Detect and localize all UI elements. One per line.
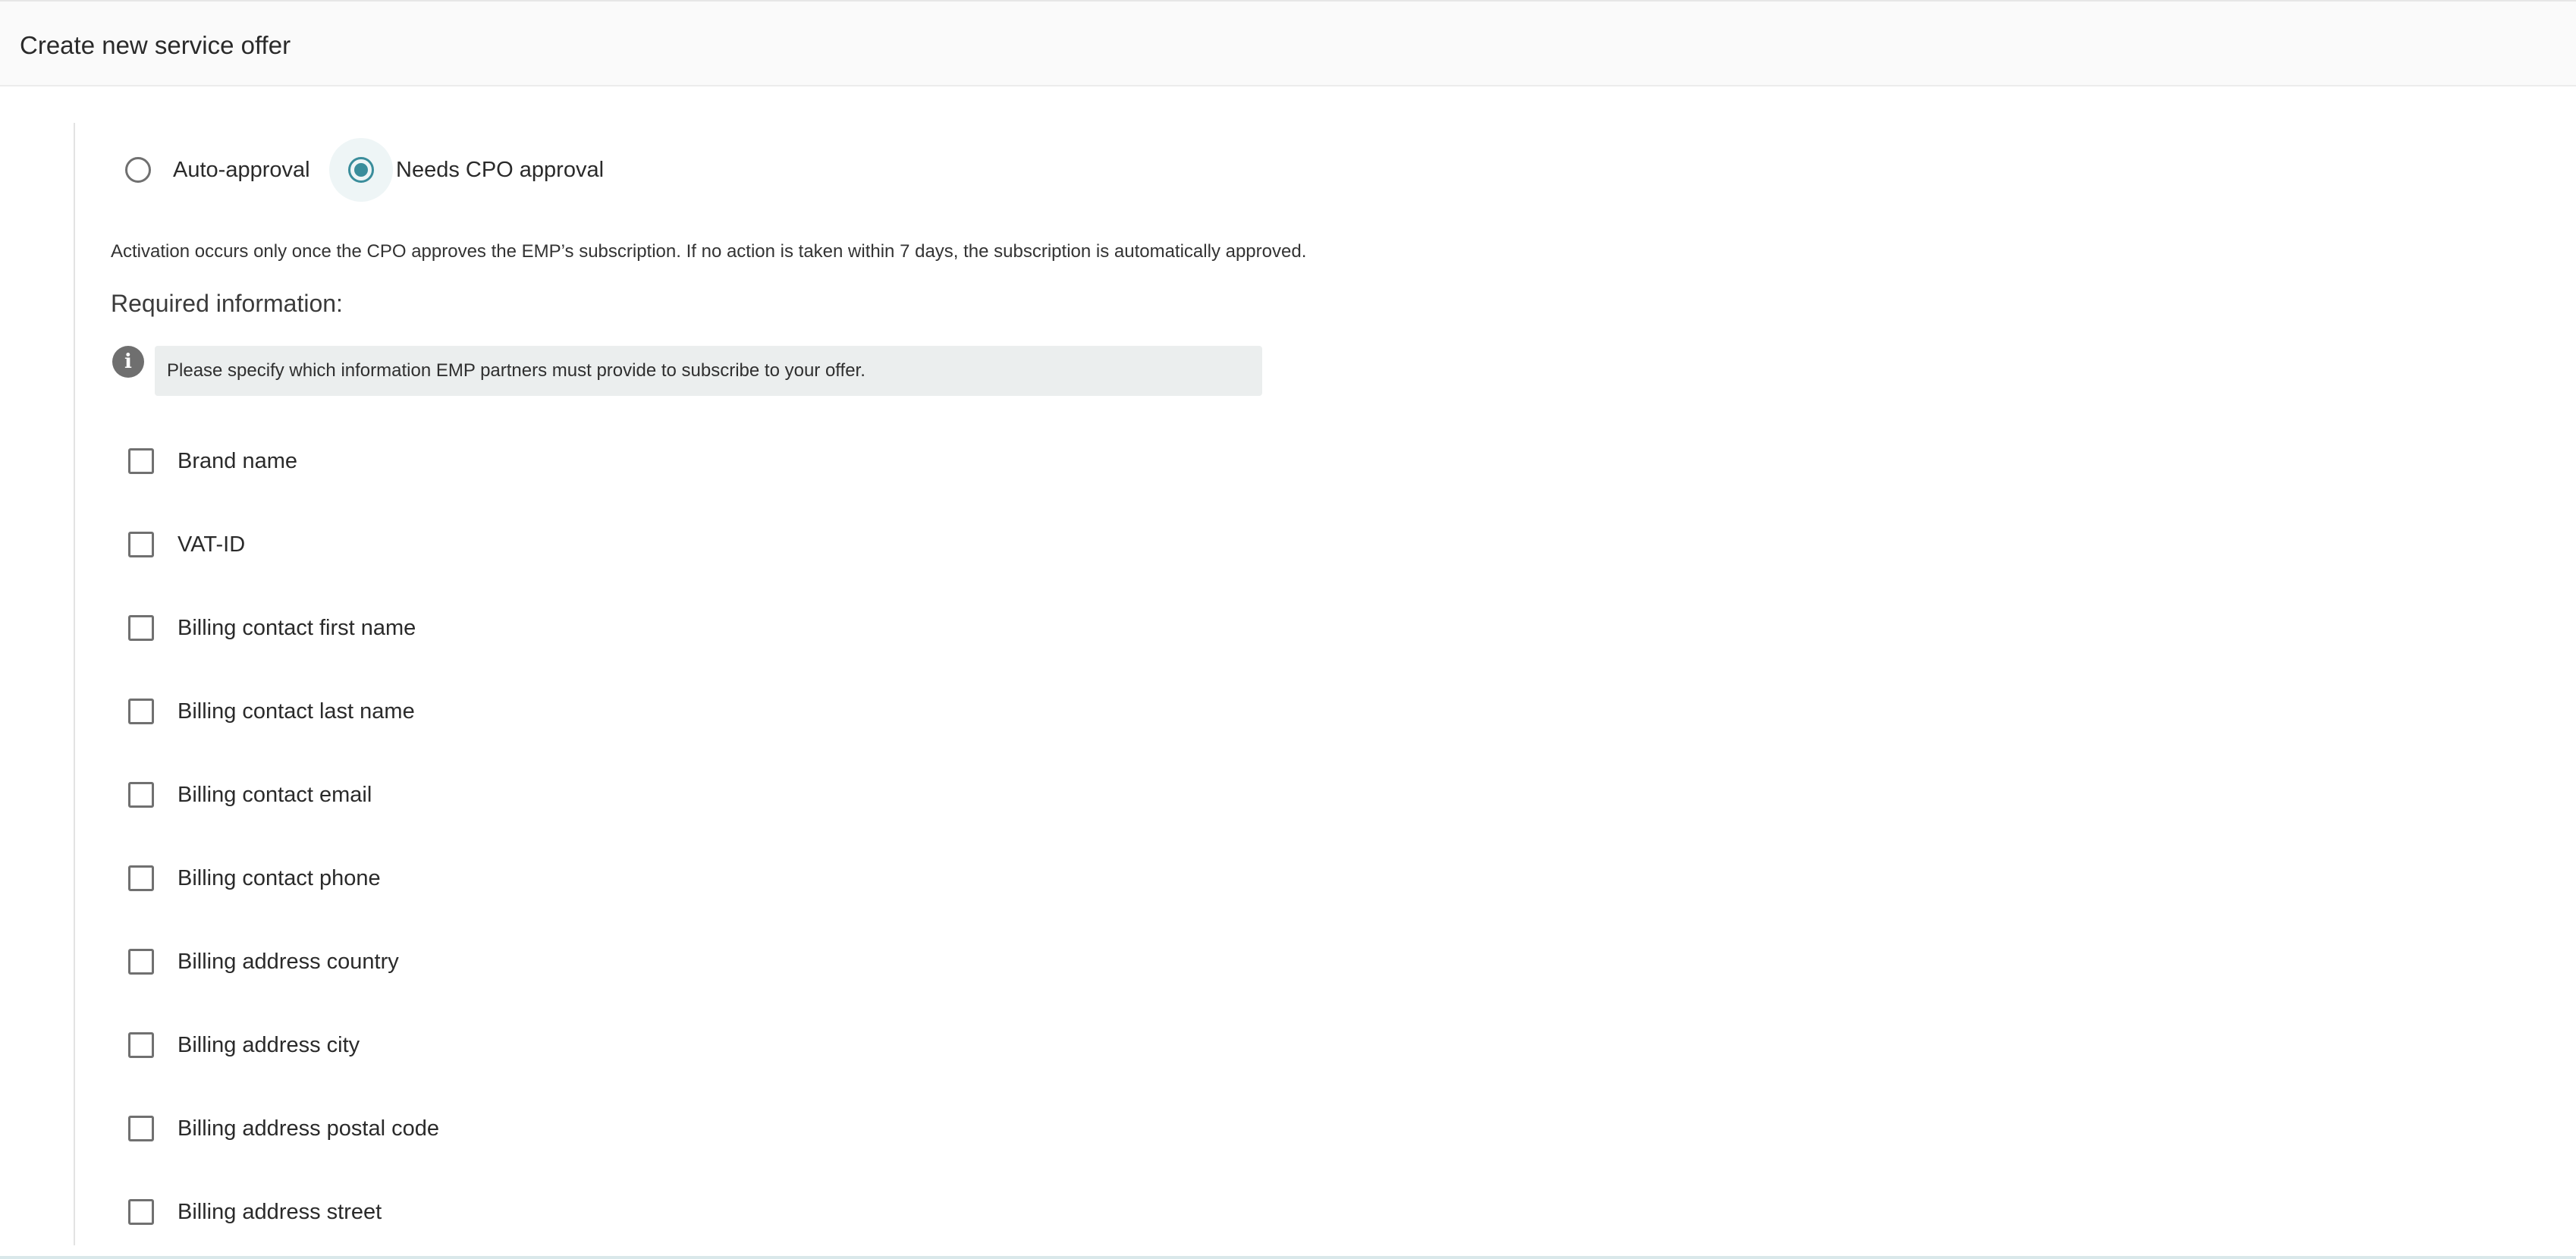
checkbox-unchecked-icon: [128, 949, 154, 975]
checkbox-unchecked-icon: [128, 1116, 154, 1141]
info-icon: i: [112, 346, 144, 378]
checkbox-billing-address-city[interactable]: Billing address city: [106, 1013, 360, 1077]
checkbox-unchecked-icon: [128, 448, 154, 474]
checkbox-control[interactable]: [106, 1180, 176, 1244]
checkbox-label: Billing address street: [177, 1200, 382, 1224]
needs-cpo-approval-radio[interactable]: Needs CPO approval: [329, 138, 604, 202]
checkbox-unchecked-icon: [128, 615, 154, 641]
checkbox-control[interactable]: [106, 1013, 176, 1077]
checkbox-billing-contact-phone[interactable]: Billing contact phone: [106, 846, 381, 910]
checkbox-label: Billing contact email: [177, 783, 372, 807]
checkbox-label: Billing contact phone: [177, 866, 381, 890]
checkbox-label: VAT-ID: [177, 532, 246, 557]
checkbox-label: Billing contact first name: [177, 616, 416, 640]
auto-approval-radio-control[interactable]: [106, 138, 170, 202]
service-offer-page: Create new service offer Auto-approval N…: [0, 0, 2576, 1259]
radio-selected-dot: [354, 163, 368, 177]
checkbox-label: Brand name: [177, 449, 297, 473]
checkbox-control[interactable]: [106, 846, 176, 910]
checkbox-vat-id[interactable]: VAT-ID: [106, 513, 245, 576]
page-header: Create new service offer: [0, 0, 2576, 86]
checkbox-billing-contact-email[interactable]: Billing contact email: [106, 763, 372, 827]
checkbox-billing-contact-last-name[interactable]: Billing contact last name: [106, 680, 415, 743]
checkbox-control[interactable]: [106, 930, 176, 994]
page-title: Create new service offer: [20, 31, 291, 59]
checkbox-control[interactable]: [106, 1097, 176, 1160]
checkbox-billing-address-street[interactable]: Billing address street: [106, 1180, 382, 1244]
checkbox-unchecked-icon: [128, 699, 154, 724]
checkbox-label: Billing address city: [177, 1033, 360, 1057]
checkbox-billing-address-postal-code[interactable]: Billing address postal code: [106, 1097, 439, 1160]
radio-unchecked-icon: [125, 157, 151, 183]
checkbox-control[interactable]: [106, 596, 176, 660]
required-information-heading: Required information:: [111, 290, 343, 317]
auto-approval-label: Auto-approval: [173, 158, 310, 182]
info-message-box: Please specify which information EMP par…: [155, 346, 1262, 396]
radio-checked-icon: [348, 157, 374, 183]
checkbox-unchecked-icon: [128, 1032, 154, 1058]
needs-cpo-approval-label: Needs CPO approval: [396, 158, 605, 182]
checkbox-unchecked-icon: [128, 532, 154, 557]
checkbox-label: Billing contact last name: [177, 699, 415, 724]
checkbox-unchecked-icon: [128, 782, 154, 808]
needs-cpo-approval-radio-control[interactable]: [329, 138, 393, 202]
checkbox-unchecked-icon: [128, 865, 154, 891]
auto-approval-radio[interactable]: Auto-approval: [106, 138, 310, 202]
checkbox-control[interactable]: [106, 763, 176, 827]
bottom-border: [0, 1256, 2576, 1259]
checkbox-billing-contact-first-name[interactable]: Billing contact first name: [106, 596, 416, 660]
checkbox-control[interactable]: [106, 429, 176, 493]
checkbox-billing-address-country[interactable]: Billing address country: [106, 930, 399, 994]
approval-description: Activation occurs only once the CPO appr…: [111, 241, 1307, 262]
checkbox-control[interactable]: [106, 680, 176, 743]
checkbox-unchecked-icon: [128, 1199, 154, 1225]
checkbox-control[interactable]: [106, 513, 176, 576]
checkbox-label: Billing address postal code: [177, 1116, 439, 1141]
info-message-text: Please specify which information EMP par…: [167, 360, 865, 381]
checkbox-brand-name[interactable]: Brand name: [106, 429, 297, 493]
content-rail-divider: [74, 123, 75, 1245]
checkbox-label: Billing address country: [177, 950, 399, 974]
